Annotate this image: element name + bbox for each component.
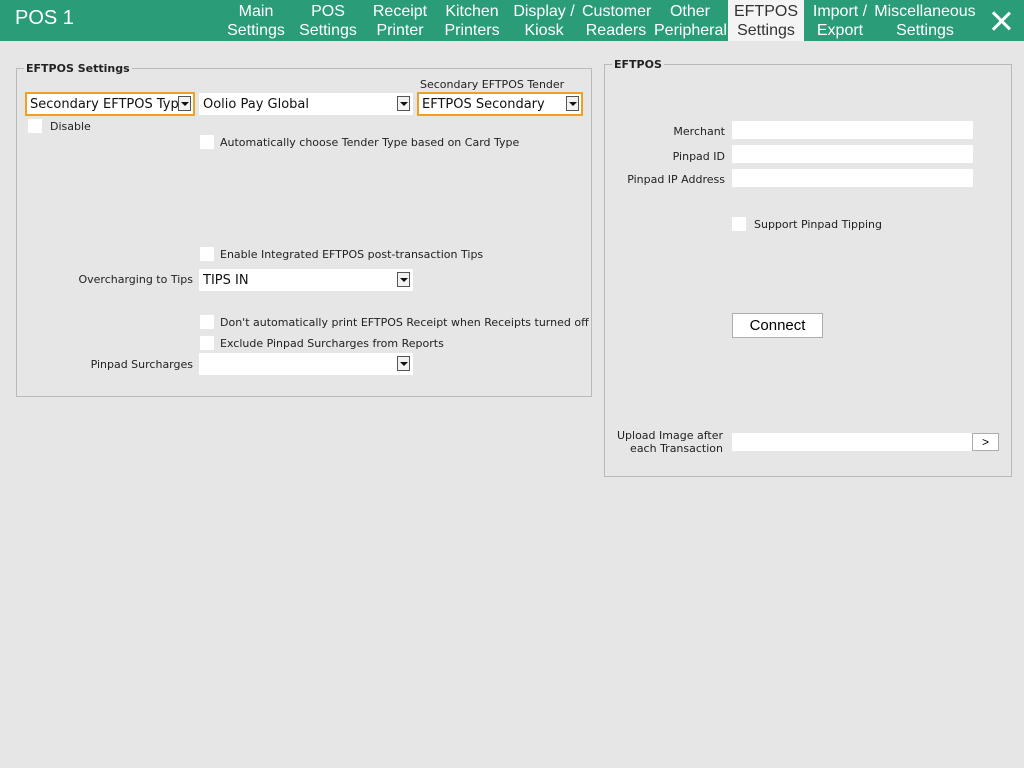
merchant-field[interactable] — [732, 121, 973, 139]
tab-label: Customer — [582, 3, 652, 20]
support-tipping-checkbox[interactable] — [732, 217, 746, 231]
tab-label: Settings — [896, 22, 954, 39]
tab-label: Import / — [812, 3, 868, 20]
combo-value: Secondary EFTPOS Type — [30, 97, 187, 112]
group-title: EFTPOS Settings — [24, 62, 132, 75]
tab-label: Export — [816, 22, 864, 39]
tab-customer-readers[interactable]: Customer Readers — [582, 0, 652, 41]
tab-label: Kiosk — [524, 22, 564, 39]
tab-main-settings[interactable]: Main Settings — [224, 0, 288, 41]
upload-image-label: Upload Image after each Transaction — [610, 429, 723, 455]
tab-label: Receipt — [372, 3, 428, 20]
tab-label: POS — [311, 3, 345, 20]
tab-pos-settings[interactable]: POS Settings — [296, 0, 360, 41]
eftpos-type-select[interactable]: Secondary EFTPOS Type — [25, 92, 195, 116]
chevron-down-icon[interactable] — [178, 96, 191, 111]
app-title: POS 1 — [15, 7, 74, 29]
tab-display-kiosk[interactable]: Display / Kiosk — [510, 0, 578, 41]
no-print-checkbox[interactable] — [200, 315, 214, 329]
pinpad-id-label: Pinpad ID — [672, 150, 725, 163]
tab-receipt-printer[interactable]: Receipt Printer — [368, 0, 432, 41]
upload-image-field[interactable] — [732, 433, 972, 451]
tab-label: Printer — [376, 22, 424, 39]
pinpad-id-field[interactable] — [732, 145, 973, 163]
pinpad-ip-label: Pinpad IP Address — [627, 173, 725, 186]
group-title: EFTPOS — [612, 58, 664, 71]
upload-label-line: each Transaction — [630, 442, 723, 455]
auto-tender-label: Automatically choose Tender Type based o… — [220, 136, 520, 149]
overcharging-label: Overcharging to Tips — [78, 273, 194, 286]
overcharging-select[interactable]: TIPS IN — [199, 269, 413, 291]
tab-label: Readers — [585, 22, 647, 39]
tab-label: Settings — [227, 22, 285, 39]
tab-label: Kitchen — [445, 3, 499, 20]
combo-value: Oolio Pay Global — [203, 97, 310, 112]
tab-label: Miscellaneous — [874, 3, 976, 20]
pinpad-surcharges-label: Pinpad Surcharges — [90, 358, 193, 371]
enable-tips-label: Enable Integrated EFTPOS post-transactio… — [220, 248, 484, 261]
browse-button[interactable]: > — [972, 433, 999, 451]
enable-tips-checkbox[interactable] — [200, 247, 214, 261]
tab-label: Printers — [444, 22, 500, 39]
pinpad-surcharges-select[interactable] — [199, 353, 413, 375]
chevron-down-icon[interactable] — [397, 356, 410, 371]
combo-value: EFTPOS Secondary — [422, 97, 545, 112]
secondary-tender-select[interactable]: EFTPOS Secondary — [417, 92, 583, 116]
tab-miscellaneous-settings[interactable]: Miscellaneous Settings — [874, 0, 976, 41]
chevron-down-icon[interactable] — [397, 96, 410, 111]
exclude-surcharges-label: Exclude Pinpad Surcharges from Reports — [220, 337, 444, 350]
auto-tender-checkbox[interactable] — [200, 135, 214, 149]
combo-value: TIPS IN — [203, 273, 249, 288]
no-print-label: Don't automatically print EFTPOS Receipt… — [220, 316, 589, 329]
tab-label: Other — [669, 3, 710, 20]
chevron-down-icon[interactable] — [397, 272, 410, 287]
connect-button[interactable]: Connect — [732, 313, 823, 338]
exclude-surcharges-checkbox[interactable] — [200, 336, 214, 350]
disable-checkbox[interactable] — [28, 119, 42, 133]
secondary-tender-label: Secondary EFTPOS Tender — [420, 78, 565, 91]
tab-label: Peripheral — [654, 22, 727, 39]
merchant-label: Merchant — [673, 125, 725, 138]
tab-kitchen-printers[interactable]: Kitchen Printers — [440, 0, 504, 41]
chevron-down-icon[interactable] — [566, 96, 579, 111]
close-icon[interactable] — [988, 8, 1014, 34]
support-tipping-label: Support Pinpad Tipping — [754, 218, 883, 231]
upload-label-line: Upload Image after — [616, 429, 723, 442]
eftpos-provider-select[interactable]: Oolio Pay Global — [199, 93, 413, 115]
tab-label: EFTPOS — [733, 3, 798, 20]
tab-eftpos-settings[interactable]: EFTPOS Settings — [728, 0, 804, 41]
tab-import-export[interactable]: Import / Export — [808, 0, 872, 41]
tab-other-peripheral[interactable]: Other Peripheral — [654, 0, 727, 41]
header-bar: POS 1 Main Settings POS Settings Receipt… — [0, 0, 1024, 41]
tab-label: Settings — [299, 22, 357, 39]
tab-label: Main — [238, 3, 274, 20]
disable-label: Disable — [50, 120, 91, 133]
tab-label: Settings — [737, 22, 795, 39]
tab-label: Display / — [513, 3, 575, 20]
pinpad-ip-field[interactable] — [732, 169, 973, 187]
